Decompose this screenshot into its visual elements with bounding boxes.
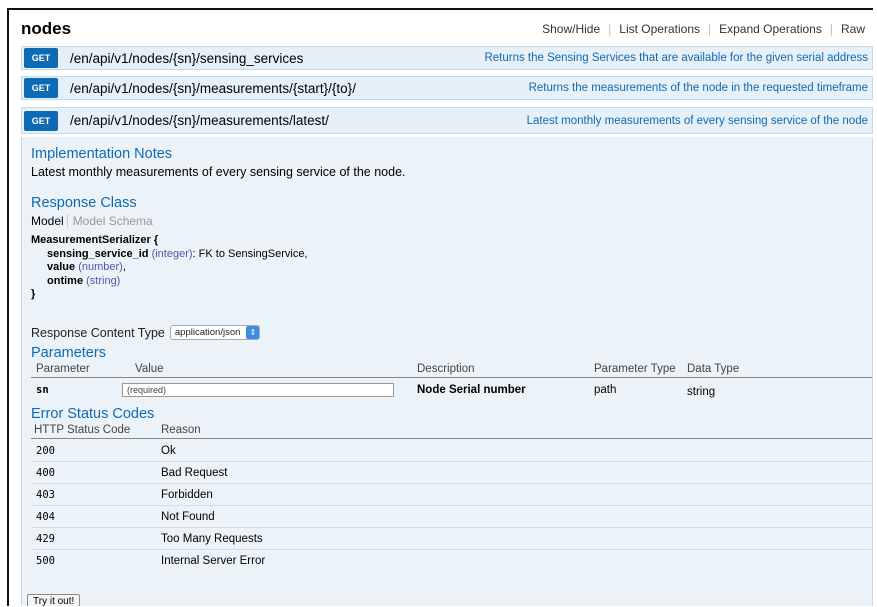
table-row: 403 Forbidden (31, 485, 872, 506)
tab-model-schema[interactable]: Model Schema (66, 214, 153, 228)
operation-measurements-latest[interactable]: GET /en/api/v1/nodes/{sn}/measurements/l… (21, 107, 873, 134)
http-method-badge[interactable]: GET (24, 48, 58, 68)
http-method-badge[interactable]: GET (24, 110, 58, 131)
operation-summary[interactable]: Latest monthly measurements of every sen… (527, 115, 868, 127)
error-codes-heading: Error Status Codes (31, 406, 155, 422)
resource-actions: Show/Hide | List Operations | Expand Ope… (534, 22, 873, 36)
param-name: sn (36, 384, 49, 396)
implementation-notes-heading: Implementation Notes (31, 146, 173, 162)
param-type: path (594, 384, 617, 396)
resource-header: nodes Show/Hide | List Operations | Expa… (21, 10, 873, 48)
serializer-name: MeasurementSerializer { (31, 234, 159, 246)
model-signature: MeasurementSerializer { sensing_service_… (31, 234, 308, 302)
param-data-type: string (687, 386, 716, 398)
response-content-type-label: Response Content Type (31, 325, 165, 340)
parameters-heading: Parameters (31, 345, 106, 361)
operation-path[interactable]: /en/api/v1/nodes/{sn}/measurements/lates… (70, 113, 329, 128)
operation-details: Implementation Notes Latest monthly meas… (21, 137, 873, 606)
operation-path[interactable]: /en/api/v1/nodes/{sn}/sensing_services (70, 51, 303, 66)
table-row: 400 Bad Request (31, 463, 872, 484)
operation-sensing-services[interactable]: GET /en/api/v1/nodes/{sn}/sensing_servic… (21, 46, 873, 70)
status-reason: Internal Server Error (161, 555, 266, 567)
table-row: 429 Too Many Requests (31, 529, 872, 550)
operation-summary[interactable]: Returns the measurements of the node in … (529, 82, 868, 94)
status-code: 403 (36, 489, 55, 501)
status-reason: Too Many Requests (161, 533, 263, 545)
status-reason: Bad Request (161, 467, 228, 479)
select-arrows-icon: ⇕ (246, 326, 260, 339)
param-description: Node Serial number (417, 384, 526, 396)
field-line: value (number), (47, 261, 126, 273)
resource-title[interactable]: nodes (21, 19, 71, 39)
implementation-notes-text: Latest monthly measurements of every sen… (31, 165, 406, 179)
content-type-value: application/json (174, 327, 241, 338)
status-reason: Ok (161, 445, 176, 457)
table-row: 500 Internal Server Error (31, 551, 872, 572)
table-row: sn (required) Node Serial number path st… (31, 380, 872, 401)
status-code: 200 (36, 445, 55, 457)
response-class-heading: Response Class (31, 195, 137, 211)
table-row: 200 Ok (31, 441, 872, 462)
status-reason: Forbidden (161, 489, 213, 501)
response-content-type: Response Content Type application/json ⇕ (31, 325, 261, 340)
list-operations-link[interactable]: List Operations (611, 22, 708, 36)
sn-input[interactable]: (required) (122, 383, 394, 397)
status-code: 429 (36, 533, 55, 545)
content-type-select[interactable]: application/json ⇕ (169, 325, 261, 340)
status-code: 400 (36, 467, 55, 479)
serializer-close: } (31, 288, 36, 300)
status-code: 500 (36, 555, 55, 567)
raw-link[interactable]: Raw (833, 22, 873, 36)
operation-path[interactable]: /en/api/v1/nodes/{sn}/measurements/{star… (70, 81, 356, 96)
try-it-out-button[interactable]: Try it out! (27, 594, 81, 606)
error-table-header: HTTP Status Code Reason (31, 423, 872, 439)
expand-operations-link[interactable]: Expand Operations (711, 22, 830, 36)
operation-measurements-range[interactable]: GET /en/api/v1/nodes/{sn}/measurements/{… (21, 76, 873, 100)
show-hide-link[interactable]: Show/Hide (534, 22, 608, 36)
tab-model[interactable]: Model (31, 214, 64, 228)
field-line: sensing_service_id (integer): FK to Sens… (47, 247, 308, 260)
status-reason: Not Found (161, 511, 215, 523)
model-tabs: Model Model Schema (31, 214, 153, 228)
parameters-table-header: Parameter Value Description Parameter Ty… (31, 362, 872, 378)
field-line: ontime (string) (47, 274, 121, 287)
http-method-badge[interactable]: GET (24, 78, 58, 98)
status-code: 404 (36, 511, 55, 523)
table-row: 404 Not Found (31, 507, 872, 528)
api-panel: nodes Show/Hide | List Operations | Expa… (7, 8, 873, 606)
operation-summary[interactable]: Returns the Sensing Services that are av… (484, 52, 868, 64)
